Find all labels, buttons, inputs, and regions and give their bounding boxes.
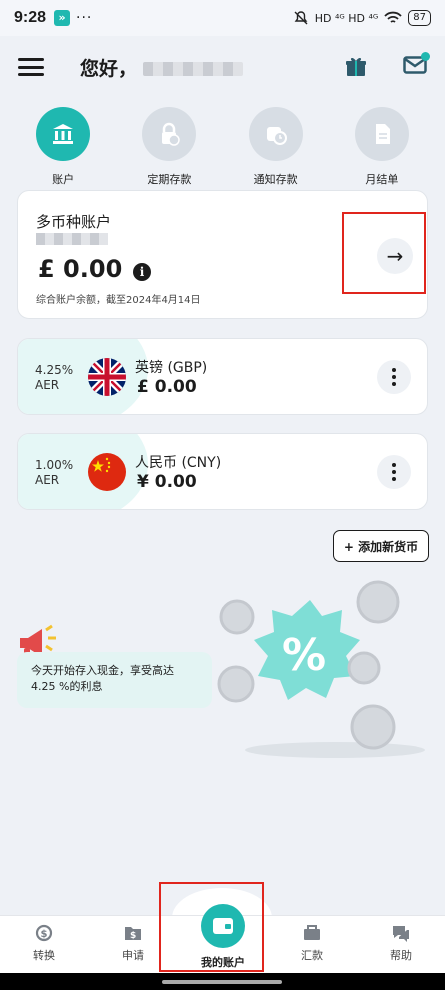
gift-icon[interactable]	[345, 55, 367, 77]
currency-amount: £ 0.00	[137, 377, 197, 397]
notification-dot	[421, 52, 430, 61]
svg-text:$: $	[41, 929, 48, 940]
promo-message: 今天开始存入现金，享受高达 4.25 %的利息	[17, 652, 212, 708]
interest-rate: 4.25% AER	[35, 363, 74, 392]
battery-icon: 87	[408, 10, 431, 26]
nav-label: 帮助	[390, 949, 412, 962]
system-nav-bar	[0, 973, 445, 990]
redacted-account-number	[36, 233, 108, 245]
quick-action-fixed-deposit[interactable]: 定期存款	[124, 107, 214, 187]
greeting: 您好，	[80, 54, 244, 81]
balance-note: 综合账户余额，截至2024年4月14日	[36, 295, 201, 306]
nav-label: 转换	[33, 949, 55, 962]
app-notification-icon: »	[54, 10, 71, 26]
nav-label: 汇款	[301, 949, 323, 962]
quick-actions: 账户 定期存款 通知存款 月结单	[0, 107, 445, 187]
add-currency-button[interactable]: + 添加新货币	[333, 530, 429, 562]
more-options-icon[interactable]	[377, 360, 411, 394]
quick-action-label: 通知存款	[253, 173, 298, 186]
nav-help[interactable]: 帮助	[361, 916, 441, 974]
status-bar: 9:28 » ··· HD ⁴ᴳ HD ⁴ᴳ 87	[0, 0, 445, 36]
currency-card-gbp[interactable]: 4.25% AER 英镑 (GBP) £ 0.00	[17, 338, 428, 415]
bank-icon	[36, 107, 91, 161]
china-flag-icon	[88, 453, 126, 491]
currency-name: 英镑 (GBP)	[135, 360, 208, 376]
quick-action-label: 账户	[52, 173, 75, 186]
nav-exchange[interactable]: $ 转换	[4, 916, 84, 974]
menu-icon[interactable]	[18, 58, 44, 76]
transfer-icon	[304, 925, 320, 940]
account-title: 多币种账户	[36, 213, 112, 231]
apply-icon: $	[125, 927, 141, 941]
account-balance: £ 0.00	[38, 255, 123, 283]
quick-action-label: 月结单	[365, 173, 399, 186]
svg-text:$: $	[130, 931, 136, 941]
more-options-icon[interactable]	[377, 455, 411, 489]
promo-text: 4.25 %的利息	[31, 680, 103, 693]
quick-action-statement[interactable]: 月结单	[337, 107, 427, 187]
currency-name: 人民币 (CNY)	[135, 455, 222, 471]
highlight-box	[342, 212, 426, 294]
wifi-icon	[384, 11, 402, 23]
percent-badge: %	[282, 630, 326, 681]
lock-coin-icon	[142, 107, 197, 161]
clock-coin-icon	[248, 107, 303, 161]
quick-action-label: 定期存款	[147, 173, 192, 186]
status-time: 9:28	[14, 9, 47, 26]
redacted-name	[143, 62, 244, 76]
home-indicator[interactable]	[162, 980, 282, 984]
mute-icon	[294, 11, 308, 25]
nav-label: 申请	[122, 949, 144, 962]
app-header: 您好，	[0, 36, 445, 98]
exchange-icon: $	[35, 924, 53, 942]
document-icon	[354, 107, 409, 161]
uk-flag-icon	[88, 358, 126, 396]
info-icon[interactable]: i	[133, 263, 151, 281]
interest-rate: 1.00% AER	[35, 458, 74, 487]
currency-card-cny[interactable]: 1.00% AER 人民币 (CNY) ¥ 0.00	[17, 433, 428, 510]
help-icon	[393, 926, 409, 942]
signal-icon: HD ⁴ᴳ HD ⁴ᴳ	[314, 11, 379, 25]
nav-transfer[interactable]: 汇款	[272, 916, 352, 974]
quick-action-notice-deposit[interactable]: 通知存款	[231, 107, 321, 187]
more-notifications-icon: ···	[76, 10, 93, 26]
promo-text: 今天开始存入现金，享受高达	[31, 664, 174, 677]
currency-amount: ¥ 0.00	[137, 472, 197, 492]
quick-action-account[interactable]: 账户	[18, 107, 108, 187]
highlight-box	[159, 882, 264, 972]
status-icons: HD ⁴ᴳ HD ⁴ᴳ 87	[293, 10, 431, 26]
